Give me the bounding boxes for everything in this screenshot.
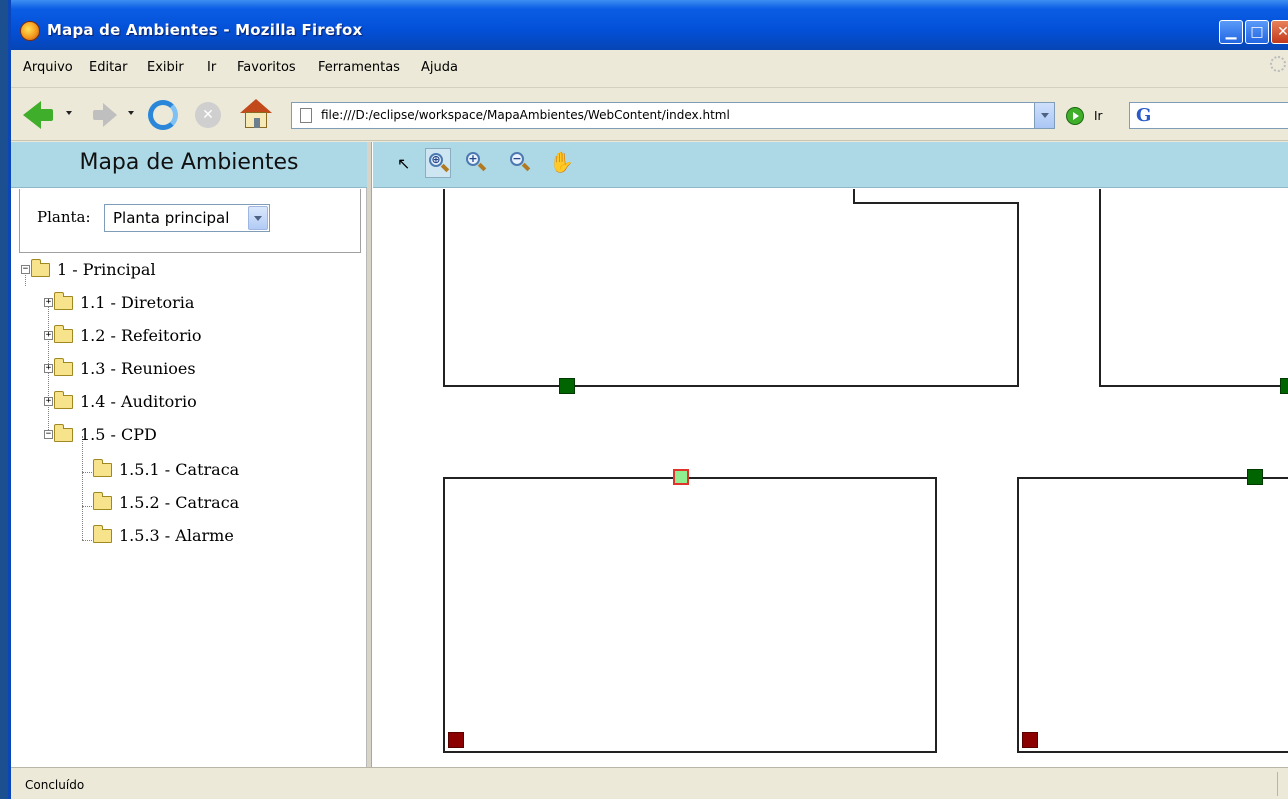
device-sensor-selected[interactable] [673, 469, 689, 485]
address-bar[interactable]: file:///D:/eclipse/workspace/MapaAmbient… [291, 102, 1055, 129]
folder-icon [54, 292, 73, 310]
device-sensor-ok[interactable] [559, 378, 575, 394]
room-wall [443, 477, 445, 753]
expand-icon[interactable]: + [44, 364, 53, 373]
title-bar: Mapa de Ambientes - Mozilla Firefox ▁ □ … [11, 0, 1288, 50]
menu-favoritos[interactable]: Favoritos [237, 60, 296, 75]
stop-icon[interactable]: ✕ [195, 102, 221, 128]
throbber-icon [1270, 56, 1286, 72]
browser-window: Mapa de Ambientes - Mozilla Firefox ▁ □ … [8, 0, 1288, 799]
chevron-down-icon [254, 216, 262, 221]
planta-filter: Planta: Planta principal [19, 189, 361, 253]
forward-button[interactable] [93, 103, 117, 127]
collapse-icon[interactable]: − [21, 265, 30, 274]
room-wall [853, 189, 855, 204]
go-button-label[interactable]: Ir [1094, 109, 1102, 123]
room-wall [443, 385, 1019, 387]
device-alarm[interactable] [1022, 732, 1038, 748]
room-wall [1017, 477, 1019, 753]
folder-icon [93, 459, 112, 477]
chevron-down-icon [1041, 113, 1049, 118]
minimize-button[interactable]: ▁ [1219, 20, 1243, 44]
pan-hand-icon: ✋ [549, 150, 574, 174]
room-wall [443, 751, 937, 753]
status-bar: Concluído [11, 767, 1288, 799]
status-text: Concluído [25, 778, 85, 792]
folder-icon [54, 391, 73, 409]
back-history-dropdown[interactable] [66, 111, 72, 115]
window-title: Mapa de Ambientes - Mozilla Firefox [47, 21, 363, 39]
search-box[interactable]: G [1129, 102, 1288, 129]
room-wall [1017, 202, 1019, 387]
folder-icon [93, 492, 112, 510]
close-icon: ✕ [1277, 24, 1288, 40]
room-wall [1017, 751, 1288, 753]
room-wall [443, 477, 937, 479]
close-button[interactable]: ✕ [1271, 20, 1288, 44]
address-text[interactable]: file:///D:/eclipse/workspace/MapaAmbient… [321, 108, 730, 122]
sidebar-title: Mapa de Ambientes [79, 150, 299, 175]
page-icon [300, 108, 312, 123]
forward-arrow-icon [103, 103, 117, 127]
pan-tool-button[interactable]: ✋ [547, 148, 574, 178]
folder-icon [93, 525, 112, 543]
reload-icon[interactable] [148, 100, 178, 130]
go-icon[interactable] [1066, 107, 1084, 125]
folder-icon [54, 424, 73, 442]
device-sensor-ok[interactable] [1280, 378, 1288, 394]
zoom-rect-tool-button[interactable]: ⊕ [425, 148, 451, 178]
minimize-icon: ▁ [1225, 24, 1237, 40]
firefox-icon [20, 21, 40, 41]
room-wall [853, 202, 1019, 204]
menu-ajuda[interactable]: Ajuda [421, 60, 458, 75]
planta-label: Planta: [37, 208, 91, 226]
collapse-icon[interactable]: − [44, 430, 53, 439]
page-content: Mapa de Ambientes Planta: Planta princip… [11, 142, 1288, 767]
sidebar-panel: Mapa de Ambientes Planta: Planta princip… [11, 142, 367, 767]
google-search-icon[interactable]: G [1136, 105, 1151, 126]
pointer-tool-button[interactable]: ↖ [391, 148, 417, 178]
menu-exibir[interactable]: Exibir [147, 60, 184, 75]
room-wall [443, 189, 445, 387]
planta-selected-value: Planta principal [113, 209, 230, 227]
expand-icon[interactable]: + [44, 397, 53, 406]
planta-dropdown-button[interactable] [248, 206, 268, 230]
menu-ir[interactable]: Ir [207, 60, 216, 75]
folder-icon [31, 259, 50, 277]
sidebar-header: Mapa de Ambientes [11, 142, 367, 188]
status-separator [1277, 772, 1278, 796]
home-icon[interactable] [240, 99, 272, 129]
expand-icon[interactable]: + [44, 298, 53, 307]
zoom-in-tool-button[interactable]: + [463, 148, 489, 178]
maximize-icon: □ [1250, 24, 1264, 40]
address-history-dropdown[interactable] [1034, 103, 1054, 128]
maximize-button[interactable]: □ [1245, 20, 1269, 44]
folder-icon [54, 358, 73, 376]
menu-editar[interactable]: Editar [89, 60, 128, 75]
folder-icon [54, 325, 73, 343]
panel-splitter[interactable] [367, 142, 372, 767]
map-canvas[interactable] [373, 189, 1288, 767]
back-button[interactable] [23, 101, 53, 129]
room-wall [1099, 385, 1288, 387]
navigation-toolbar: ✕ file:///D:/eclipse/workspace/MapaAmbie… [11, 89, 1288, 141]
menu-ferramentas[interactable]: Ferramentas [318, 60, 400, 75]
device-alarm[interactable] [448, 732, 464, 748]
room-wall [935, 477, 937, 753]
map-toolbar: ↖ ⊕ + − ✋ [373, 142, 1288, 188]
room-wall [1099, 189, 1101, 387]
menu-arquivo[interactable]: Arquivo [23, 60, 73, 75]
planta-select[interactable]: Planta principal [104, 204, 270, 232]
pointer-icon: ↖ [397, 154, 411, 173]
device-sensor-ok[interactable] [1247, 469, 1263, 485]
forward-history-dropdown[interactable] [128, 111, 134, 115]
expand-icon[interactable]: + [44, 331, 53, 340]
menu-bar: Arquivo Editar Exibir Ir Favoritos Ferra… [11, 50, 1288, 88]
zoom-out-tool-button[interactable]: − [507, 148, 533, 178]
